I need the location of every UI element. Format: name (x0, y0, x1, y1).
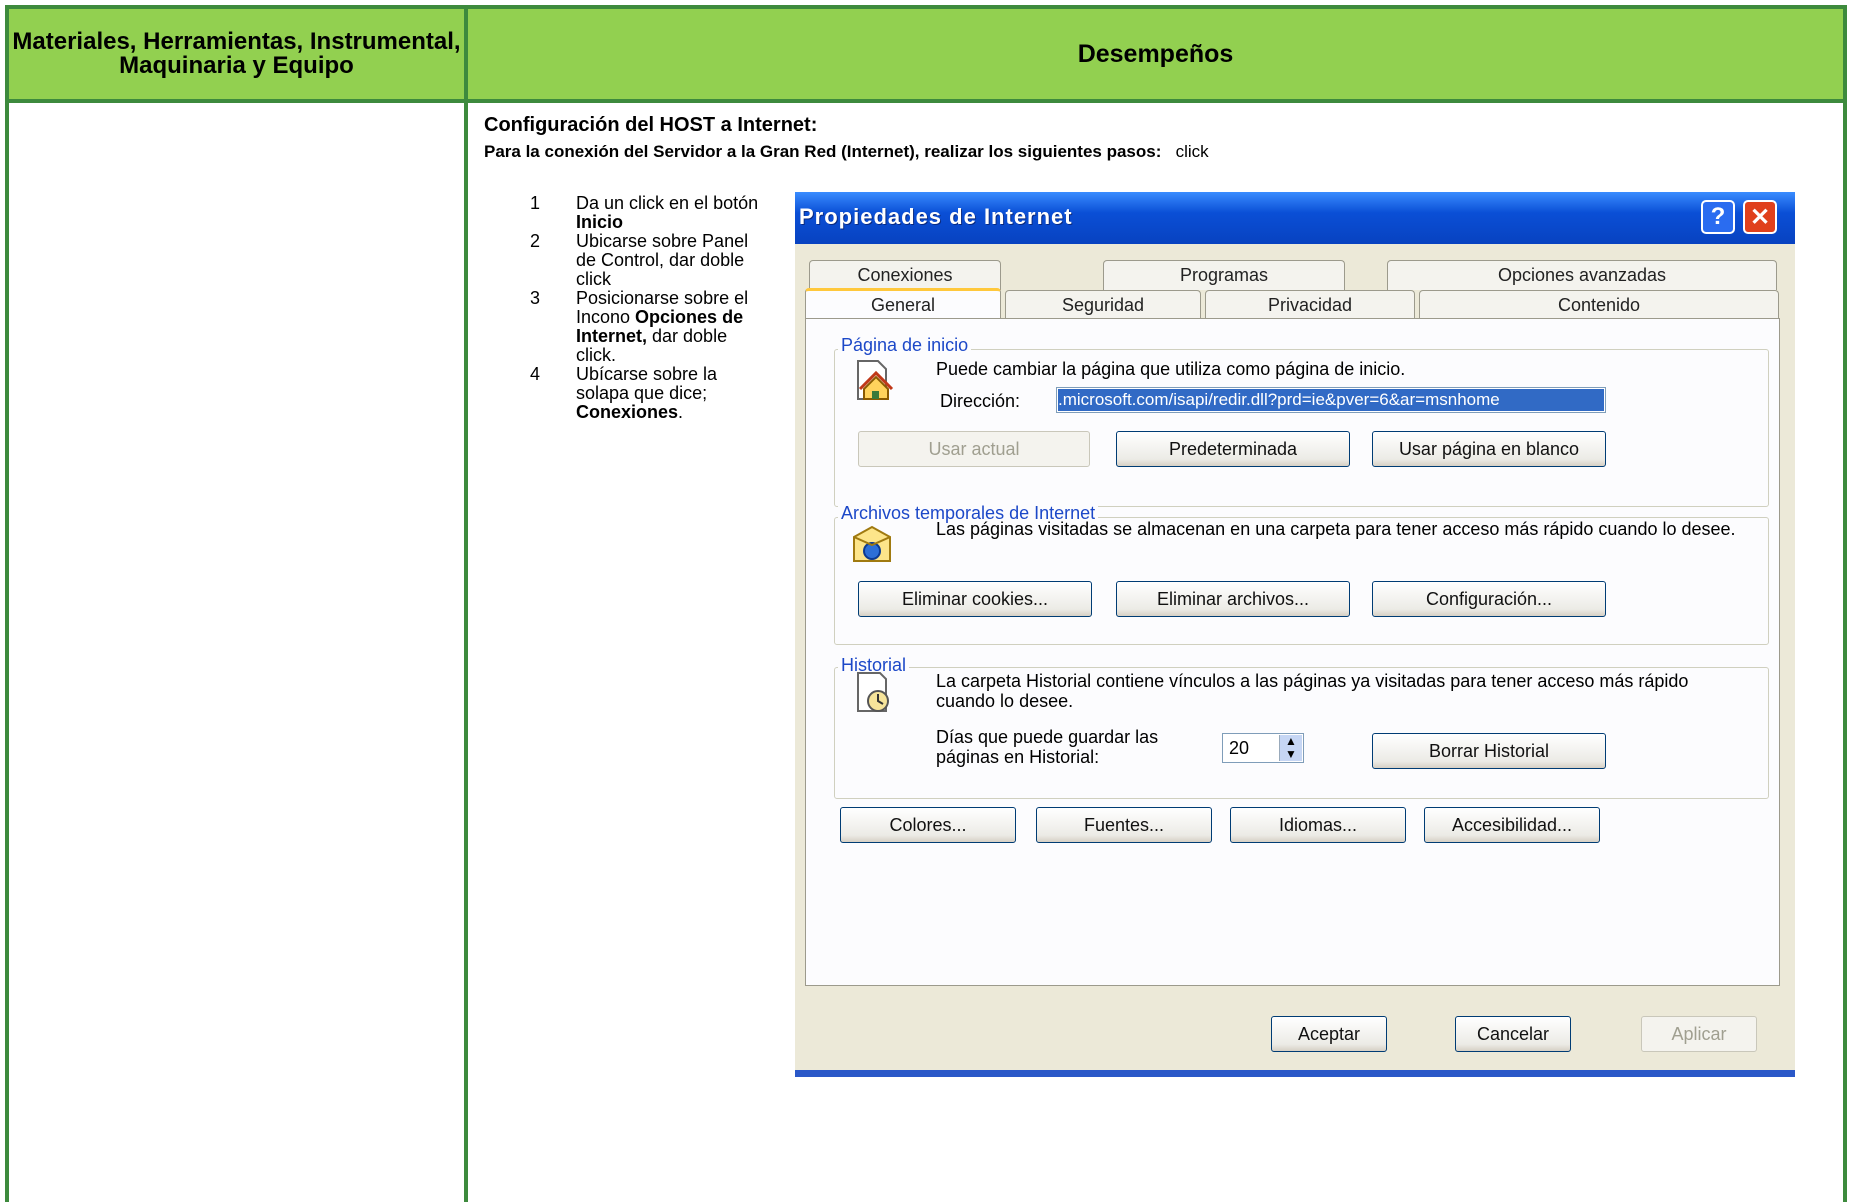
step-number: 3 (530, 288, 541, 308)
tab-conexiones[interactable]: Conexiones (809, 260, 1001, 290)
tab-privacidad[interactable]: Privacidad (1205, 290, 1415, 320)
list-item: 4 Ubícarse sobre la solapa que dice; Con… (520, 365, 770, 422)
accessibility-button[interactable]: Accesibilidad... (1424, 807, 1600, 843)
history-days-stepper[interactable]: 20 ▲ ▼ (1222, 733, 1304, 763)
step-number: 4 (530, 364, 541, 384)
use-blank-button[interactable]: Usar página en blanco (1372, 431, 1606, 467)
home-page-label: Página de inicio (838, 335, 972, 356)
history-text: La carpeta Historial contiene vínculos a… (936, 671, 1689, 711)
cancel-button[interactable]: Cancelar (1455, 1016, 1571, 1052)
step-bold: Conexiones (576, 402, 679, 422)
list-item: 2 Ubicarse sobre Panel de Control, dar d… (520, 232, 770, 289)
internet-properties-dialog: Propiedades de Internet ? ✕ Conexiones P… (795, 192, 1795, 1077)
clear-history-button[interactable]: Borrar Historial (1372, 733, 1606, 769)
colors-button[interactable]: Colores... (840, 807, 1016, 843)
use-current-button[interactable]: Usar actual (858, 431, 1090, 467)
apply-button[interactable]: Aplicar (1641, 1016, 1757, 1052)
step-text: . (678, 402, 684, 422)
tab-opciones-avanzadas[interactable]: Opciones avanzadas (1387, 260, 1777, 290)
column-divider (464, 5, 468, 1202)
address-value: .microsoft.com/isapi/redir.dll?prd=ie&pv… (1058, 389, 1604, 411)
ok-button[interactable]: Aceptar (1271, 1016, 1387, 1052)
history-days-label: Días que puede guardar las páginas en Hi… (936, 727, 1159, 767)
address-field[interactable]: .microsoft.com/isapi/redir.dll?prd=ie&pv… (1056, 387, 1606, 413)
list-item: 1 Da un click en el botón Inicio (520, 194, 770, 232)
temp-files-icon (853, 525, 891, 562)
intro-bold: Para la conexión del Servidor a la Gran … (484, 142, 1162, 161)
tab-contenido[interactable]: Contenido (1419, 290, 1779, 320)
section-intro: Para la conexión del Servidor a la Gran … (484, 142, 1209, 162)
home-page-text: Puede cambiar la página que utiliza como… (936, 359, 1406, 379)
temp-files-text: Las páginas visitadas se almacenan en un… (936, 519, 1736, 539)
tab-seguridad[interactable]: Seguridad (1005, 290, 1201, 320)
history-days-value: 20 (1229, 738, 1250, 758)
steps-list: 1 Da un click en el botón Inicio 2 Ubicar… (520, 194, 770, 422)
tab-programas[interactable]: Programas (1103, 260, 1345, 290)
step-text: Ubícarse sobre la solapa que dice; (576, 364, 718, 403)
step-text: Da un click en el botón (576, 193, 759, 213)
step-number: 1 (530, 193, 541, 213)
general-tab-panel: Página de inicio Puede cambiar la página… (805, 318, 1780, 986)
temp-settings-button[interactable]: Configuración... (1372, 581, 1606, 617)
tab-general[interactable]: General (805, 288, 1001, 319)
stepper-arrows-icon[interactable]: ▲ ▼ (1279, 735, 1302, 761)
delete-files-button[interactable]: Eliminar archivos... (1116, 581, 1350, 617)
languages-button[interactable]: Idiomas... (1230, 807, 1406, 843)
address-label: Dirección: (940, 391, 1021, 411)
step-number: 2 (530, 231, 541, 251)
home-page-icon (857, 360, 894, 400)
dialog-title: Propiedades de Internet (799, 204, 1073, 229)
delete-cookies-button[interactable]: Eliminar cookies... (858, 581, 1092, 617)
close-button[interactable]: ✕ (1743, 200, 1777, 234)
intro-normal: click (1175, 142, 1209, 161)
section-title: Configuración del HOST a Internet: (484, 114, 818, 136)
help-button[interactable]: ? (1701, 200, 1735, 234)
step-bold: Inicio (576, 212, 624, 232)
step-text: Ubicarse sobre Panel de Control, dar dob… (576, 231, 749, 289)
header-desempenos: Desempeños (1077, 39, 1234, 68)
history-icon (857, 672, 889, 712)
list-item: 3 Posicionarse sobre el Incono Opciones … (520, 289, 770, 365)
header-materiales: Materiales, Herramientas, Instrumental, … (12, 28, 461, 79)
dialog-titlebar[interactable]: Propiedades de Internet ? ✕ (795, 192, 1795, 244)
use-default-button[interactable]: Predeterminada (1116, 431, 1350, 467)
fonts-button[interactable]: Fuentes... (1036, 807, 1212, 843)
taskbar-strip (795, 1070, 1795, 1077)
